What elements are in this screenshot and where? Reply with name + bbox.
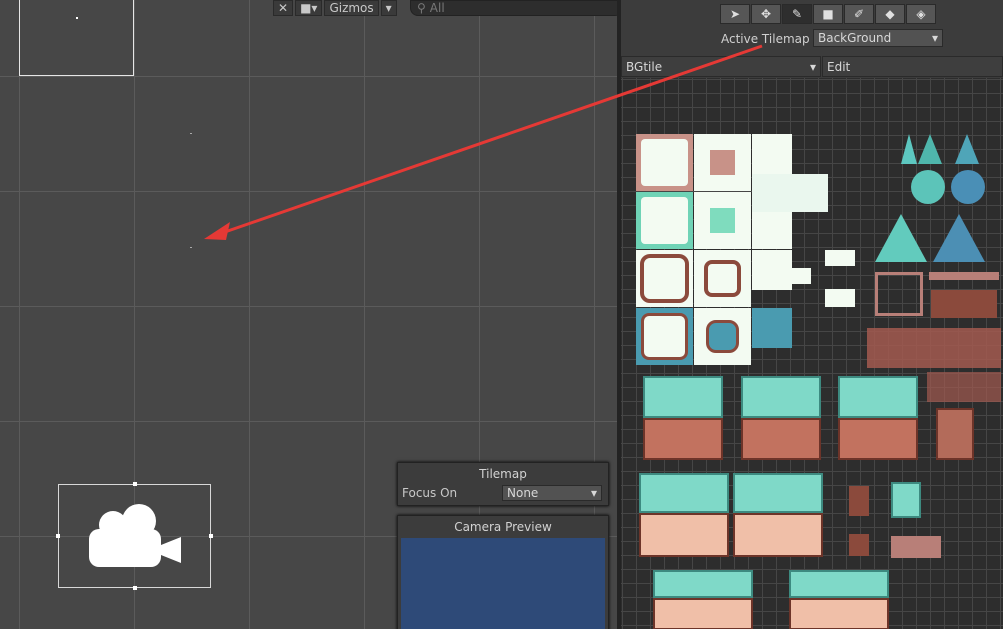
- scene-toolbar: ✕ ■▾ Gizmos ▾: [273, 0, 397, 16]
- video-camera-icon: ■▾: [300, 0, 318, 15]
- tile-house-2[interactable]: [741, 376, 821, 460]
- tile-bush-blue[interactable]: [951, 170, 985, 204]
- move-cross-icon: ✥: [760, 7, 772, 21]
- eraser-icon: ◆: [885, 7, 895, 21]
- tile-grid[interactable]: [621, 78, 1003, 629]
- tile-snow-patch[interactable]: [694, 134, 751, 191]
- tile-bush[interactable]: [911, 170, 945, 204]
- move-tool[interactable]: ✥: [751, 4, 781, 24]
- tile-fence-rail[interactable]: [929, 272, 999, 280]
- tile-water[interactable]: [636, 308, 693, 365]
- tile-roof-piece[interactable]: [891, 482, 921, 518]
- select-tool[interactable]: ➤: [720, 4, 750, 24]
- palette-tools: ➤ ✥ ✎ ■ ✐ ◆ ◈: [720, 4, 936, 24]
- tile-signs[interactable]: [867, 328, 1001, 368]
- camera-button[interactable]: ■▾: [295, 0, 323, 16]
- tile-snow-small[interactable]: [752, 250, 792, 290]
- scene-dot: [190, 247, 192, 248]
- gizmos-dropdown[interactable]: ▾: [380, 0, 397, 16]
- select-arrow-icon: ➤: [729, 7, 741, 21]
- scene-dot: [190, 133, 192, 134]
- tile-house-3[interactable]: [838, 376, 918, 460]
- wrench-cross-icon: ✕: [278, 0, 289, 15]
- tile-house-5[interactable]: [733, 473, 823, 557]
- tile-tree-large-blue[interactable]: [933, 214, 989, 266]
- eraser-tool[interactable]: ◆: [875, 4, 905, 24]
- edit-button[interactable]: Edit: [822, 56, 1003, 77]
- resize-handle[interactable]: [56, 534, 60, 538]
- camera-preview-panel: Camera Preview: [397, 515, 609, 629]
- chevron-down-icon: ▾: [931, 31, 938, 45]
- box-fill-tool[interactable]: ■: [813, 4, 843, 24]
- chevron-down-icon: ▾: [385, 0, 392, 15]
- resize-handle[interactable]: [133, 482, 137, 486]
- tile-windows[interactable]: [891, 536, 941, 558]
- active-tilemap-label: Active Tilemap: [721, 32, 810, 46]
- search-input[interactable]: ⚲ All: [410, 0, 617, 16]
- tile-palette: ➤ ✥ ✎ ■ ✐ ◆ ◈ Active Tilemap BackGround …: [621, 0, 1003, 629]
- tile-water-rocks[interactable]: [752, 308, 792, 348]
- fill-bucket-icon: ◈: [916, 7, 926, 21]
- resize-handle[interactable]: [209, 534, 213, 538]
- fill-tool[interactable]: ◈: [906, 4, 936, 24]
- picker-tool[interactable]: ✐: [844, 4, 874, 24]
- tile-snow-small-2[interactable]: [791, 268, 811, 284]
- tile-tree-small[interactable]: [901, 134, 917, 168]
- tile-door-large[interactable]: [936, 408, 974, 460]
- tile-snow-small-3[interactable]: [825, 250, 855, 266]
- camera-preview-title: Camera Preview: [454, 520, 552, 534]
- picker-icon: ✐: [853, 7, 865, 21]
- tile-tree-large[interactable]: [875, 214, 931, 266]
- focus-on-label: Focus On: [402, 486, 458, 500]
- paint-brush-icon: ✎: [791, 7, 803, 21]
- tile-house-4[interactable]: [639, 473, 729, 557]
- tile-small-door-2[interactable]: [849, 534, 869, 556]
- tile-snow-small-4[interactable]: [825, 289, 855, 307]
- tile-tree-pine-2[interactable]: [955, 134, 979, 168]
- tile-snow-teal[interactable]: [636, 192, 693, 249]
- camera-gizmo-icon[interactable]: [87, 501, 184, 569]
- tile-props-2[interactable]: [927, 372, 1001, 402]
- search-icon: ⚲: [417, 1, 426, 15]
- tile-tree-pine[interactable]: [918, 134, 942, 168]
- tile-small-door[interactable]: [849, 486, 869, 516]
- scene-dot: [76, 17, 78, 19]
- camera-preview-image: [401, 538, 605, 629]
- tilemap-overlay-title: Tilemap: [479, 467, 527, 481]
- tools-button[interactable]: ✕: [273, 0, 294, 16]
- tile-snow-edge[interactable]: [636, 250, 693, 307]
- box-fill-icon: ■: [822, 7, 834, 21]
- tile-props[interactable]: [931, 290, 997, 318]
- focus-on-dropdown[interactable]: None ▾: [502, 485, 602, 501]
- paint-tool[interactable]: ✎: [782, 4, 812, 24]
- resize-handle[interactable]: [133, 586, 137, 590]
- selection-rect: [19, 0, 134, 76]
- active-tilemap-dropdown[interactable]: BackGround ▾: [813, 29, 943, 47]
- tile-house-7[interactable]: [789, 570, 889, 629]
- tile-snow-pink[interactable]: [636, 134, 693, 191]
- tile-water-pond[interactable]: [694, 308, 751, 365]
- tilemap-overlay: Tilemap Focus On None ▾: [397, 462, 609, 506]
- camera-bounds[interactable]: [56, 482, 213, 590]
- chevron-down-icon: ▾: [590, 486, 597, 500]
- tile-snow-teal-patch[interactable]: [694, 192, 751, 249]
- tile-snow-bits-2[interactable]: [752, 212, 792, 249]
- tile-snow-edge-inner[interactable]: [694, 250, 751, 307]
- tile-snow-cracks[interactable]: [752, 174, 828, 212]
- scene-view[interactable]: ✕ ■▾ Gizmos ▾ ⚲ All Tilemap Focus On Non…: [0, 0, 617, 629]
- palette-dropdown[interactable]: BGtile ▾: [621, 56, 821, 77]
- gizmos-button[interactable]: Gizmos: [324, 0, 379, 16]
- tile-fence[interactable]: [875, 272, 923, 316]
- tile-house-6[interactable]: [653, 570, 753, 629]
- chevron-down-icon: ▾: [809, 59, 816, 74]
- tile-house-1[interactable]: [643, 376, 723, 460]
